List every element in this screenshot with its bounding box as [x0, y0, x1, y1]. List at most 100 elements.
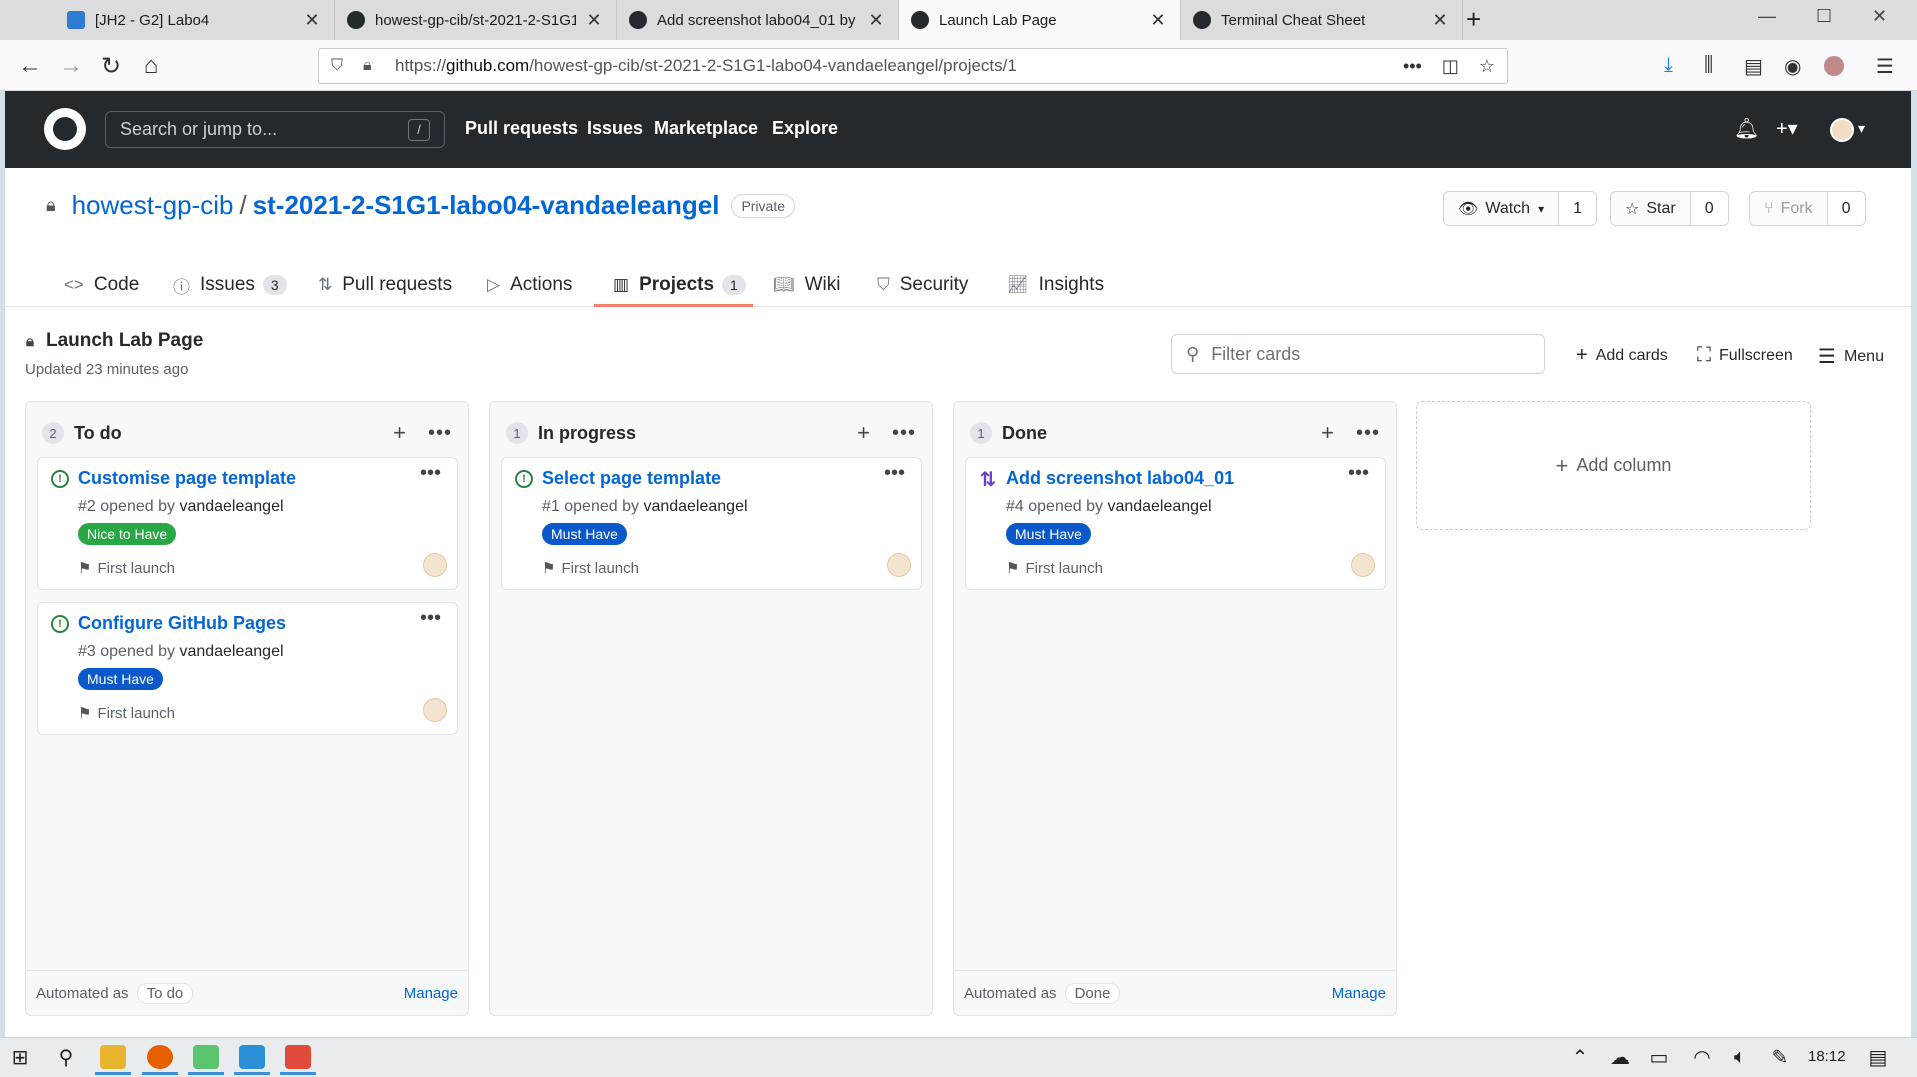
- add-card-plus-icon[interactable]: +: [393, 420, 406, 446]
- search-icon[interactable]: ⚲: [54, 1046, 78, 1069]
- firefox-icon[interactable]: [147, 1045, 173, 1069]
- vscode-icon[interactable]: [239, 1045, 265, 1069]
- browser-tab[interactable]: [JH2 - G2] Labo4 ✕: [55, 0, 335, 40]
- menu-button[interactable]: ☰ Menu: [1818, 344, 1884, 369]
- window-close-icon[interactable]: ✕: [1872, 6, 1887, 27]
- home-icon[interactable]: ⌂: [134, 52, 168, 80]
- card-label[interactable]: Must Have: [542, 523, 627, 545]
- windows-start-icon[interactable]: ⊞: [8, 1046, 32, 1069]
- manage-automation-link[interactable]: Manage: [404, 985, 458, 1002]
- star-button[interactable]: ☆ Star: [1611, 192, 1690, 225]
- pocket-icon[interactable]: ◫: [1442, 56, 1459, 77]
- notifications-bell-icon[interactable]: 🔔︎: [1734, 116, 1759, 141]
- create-new-plus-icon[interactable]: +▾: [1776, 116, 1798, 141]
- browser-tab-active[interactable]: Launch Lab Page ✕: [899, 0, 1181, 40]
- tab-actions[interactable]: ▷ Actions: [487, 263, 572, 307]
- browser-tab[interactable]: Add screenshot labo04_01 by v ✕: [617, 0, 899, 40]
- new-tab-icon[interactable]: +: [1466, 4, 1481, 35]
- filter-cards-input[interactable]: ⚲ Filter cards: [1171, 334, 1545, 374]
- star-count[interactable]: 0: [1689, 192, 1728, 225]
- card-author-link[interactable]: vandaeleangel: [179, 498, 283, 515]
- repo-name-link[interactable]: st-2021-2-S1G1-labo04-vandaeleangel: [253, 190, 720, 221]
- card-title-link[interactable]: Configure GitHub Pages: [78, 613, 286, 634]
- card-label[interactable]: Nice to Have: [78, 523, 177, 545]
- column-more-icon[interactable]: •••: [892, 422, 916, 445]
- tab-projects[interactable]: ▥ Projects 1: [613, 263, 746, 307]
- card-author-link[interactable]: vandaeleangel: [179, 643, 283, 660]
- manage-automation-link[interactable]: Manage: [1332, 985, 1386, 1002]
- close-icon[interactable]: ✕: [866, 10, 886, 31]
- card-milestone[interactable]: ⚑ First launch: [542, 559, 639, 578]
- shield-icon[interactable]: ⛉: [331, 57, 353, 75]
- card-title-link[interactable]: Customise page template: [78, 468, 296, 489]
- card-milestone[interactable]: ⚑ First launch: [1006, 559, 1103, 578]
- chevron-up-icon[interactable]: ⌃: [1568, 1046, 1592, 1069]
- file-explorer-icon[interactable]: [100, 1045, 126, 1069]
- hamburger-menu-icon[interactable]: ☰: [1876, 54, 1894, 79]
- card-more-icon[interactable]: •••: [420, 607, 441, 630]
- add-card-plus-icon[interactable]: +: [857, 420, 870, 446]
- close-icon[interactable]: ✕: [584, 10, 604, 31]
- close-icon[interactable]: ✕: [1148, 10, 1168, 31]
- close-icon[interactable]: ✕: [1430, 10, 1450, 31]
- forward-icon[interactable]: →: [54, 52, 88, 80]
- tab-pull-requests[interactable]: ⇅ Pull requests: [318, 263, 452, 307]
- project-card[interactable]: ! Customise page template ••• #2 opened …: [37, 457, 458, 590]
- add-cards-button[interactable]: + Add cards: [1576, 344, 1668, 367]
- card-title-link[interactable]: Select page template: [542, 468, 721, 489]
- card-author-link[interactable]: vandaeleangel: [643, 498, 747, 515]
- onedrive-icon[interactable]: ☁: [1608, 1046, 1632, 1069]
- browser-tab[interactable]: Terminal Cheat Sheet ✕: [1181, 0, 1463, 40]
- card-more-icon[interactable]: •••: [420, 462, 441, 485]
- close-icon[interactable]: ✕: [302, 10, 322, 31]
- maximize-icon[interactable]: ☐: [1816, 6, 1832, 27]
- wifi-icon[interactable]: ◠: [1690, 1046, 1714, 1069]
- account-icon[interactable]: ◉: [1784, 54, 1801, 79]
- assignee-avatar[interactable]: [887, 553, 911, 577]
- tab-insights[interactable]: 📈︎ Insights: [1007, 263, 1104, 307]
- nav-issues[interactable]: Issues: [587, 118, 643, 139]
- project-card[interactable]: ! Select page template ••• #1 opened by …: [501, 457, 922, 590]
- watch-count[interactable]: 1: [1558, 192, 1596, 225]
- nav-marketplace[interactable]: Marketplace: [654, 118, 758, 139]
- column-more-icon[interactable]: •••: [1356, 422, 1380, 445]
- minimize-icon[interactable]: —: [1758, 6, 1776, 27]
- add-card-plus-icon[interactable]: +: [1321, 420, 1334, 446]
- url-bar[interactable]: ⛉ 🔒︎ https://github.com/howest-gp-cib/st…: [318, 48, 1508, 84]
- tab-security[interactable]: ⛉ Security: [877, 263, 968, 307]
- reload-icon[interactable]: ↻: [94, 52, 128, 80]
- nav-pull-requests[interactable]: Pull requests: [465, 118, 578, 139]
- card-more-icon[interactable]: •••: [884, 462, 905, 485]
- pen-icon[interactable]: ✎: [1768, 1046, 1792, 1069]
- project-card[interactable]: ! Configure GitHub Pages ••• #3 opened b…: [37, 602, 458, 735]
- library-icon[interactable]: ⫼: [1704, 54, 1713, 77]
- snipping-tool-icon[interactable]: [285, 1045, 311, 1069]
- add-column-button[interactable]: + Add column: [1416, 401, 1811, 530]
- notifications-icon[interactable]: ▤: [1866, 1046, 1890, 1069]
- user-avatar[interactable]: [1830, 118, 1854, 142]
- tab-issues[interactable]: ⓘ Issues 3: [173, 263, 287, 307]
- gitkraken-icon[interactable]: [193, 1045, 219, 1069]
- extension-icon[interactable]: [1824, 56, 1844, 76]
- download-icon[interactable]: ⤓: [1664, 54, 1673, 77]
- nav-explore[interactable]: Explore: [772, 118, 838, 139]
- sidebar-icon[interactable]: ▤: [1744, 54, 1763, 79]
- chevron-down-icon[interactable]: ▾: [1858, 120, 1865, 137]
- browser-tab[interactable]: howest-gp-cib/st-2021-2-S1G1 ✕: [335, 0, 617, 40]
- bookmark-star-icon[interactable]: ☆: [1479, 56, 1495, 77]
- tab-code[interactable]: <> Code: [64, 263, 139, 307]
- card-author-link[interactable]: vandaeleangel: [1107, 498, 1211, 515]
- assignee-avatar[interactable]: [1351, 553, 1375, 577]
- column-more-icon[interactable]: •••: [428, 422, 452, 445]
- card-label[interactable]: Must Have: [1006, 523, 1091, 545]
- card-milestone[interactable]: ⚑ First launch: [78, 559, 175, 578]
- assignee-avatar[interactable]: [423, 698, 447, 722]
- page-actions-icon[interactable]: •••: [1403, 56, 1422, 77]
- assignee-avatar[interactable]: [423, 553, 447, 577]
- fullscreen-button[interactable]: ⛶ Fullscreen: [1697, 344, 1793, 367]
- back-icon[interactable]: ←: [13, 52, 47, 80]
- fork-count[interactable]: 0: [1826, 192, 1865, 225]
- repo-owner-link[interactable]: howest-gp-cib: [72, 190, 234, 221]
- card-label[interactable]: Must Have: [78, 668, 163, 690]
- project-card[interactable]: ⇅ Add screenshot labo04_01 ••• #4 opened…: [965, 457, 1386, 590]
